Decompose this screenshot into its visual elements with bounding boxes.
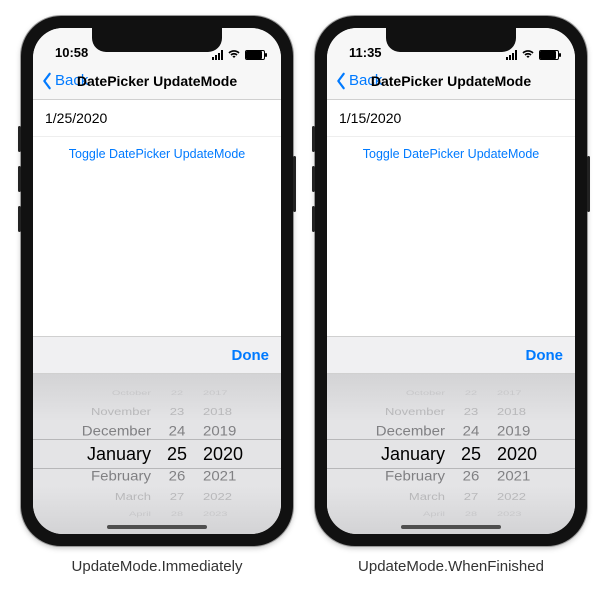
picker-row: 27 bbox=[170, 492, 184, 502]
date-field[interactable]: 1/15/2020 bbox=[327, 100, 575, 137]
wifi-icon bbox=[521, 49, 535, 60]
chevron-left-icon bbox=[335, 72, 347, 90]
back-label: Back bbox=[349, 72, 382, 89]
date-picker[interactable]: October November December January Februa… bbox=[327, 374, 575, 534]
picker-row: 2023 bbox=[203, 511, 227, 517]
picker-row-selected: January bbox=[381, 445, 445, 463]
picker-row: February bbox=[385, 470, 445, 484]
picker-row: 2019 bbox=[497, 425, 530, 439]
picker-row: December bbox=[376, 425, 445, 439]
picker-row: April bbox=[129, 511, 151, 517]
picker-row: 2022 bbox=[497, 492, 526, 502]
notch bbox=[92, 28, 222, 52]
screen: 11:35 Back DatePicker UpdateMode 1/15/20 bbox=[327, 28, 575, 534]
picker-row: 24 bbox=[169, 425, 186, 439]
picker-row: 22 bbox=[171, 390, 183, 396]
picker-row: March bbox=[409, 492, 445, 502]
picker-row: 28 bbox=[171, 511, 183, 517]
picker-wheel-year[interactable]: 2017 2018 2019 2020 2021 2022 2023 bbox=[491, 374, 551, 534]
caption-label: UpdateMode.WhenFinished bbox=[315, 558, 587, 575]
phone-frame: 11:35 Back DatePicker UpdateMode 1/15/20 bbox=[315, 16, 587, 546]
picker-row: 26 bbox=[169, 470, 186, 484]
picker-row: November bbox=[385, 407, 445, 417]
toggle-updatemode-button[interactable]: Toggle DatePicker UpdateMode bbox=[327, 137, 575, 171]
content-area: 1/15/2020 Toggle DatePicker UpdateMode bbox=[327, 100, 575, 336]
screen: 10:58 Back DatePicker UpdateMode 1/25/20 bbox=[33, 28, 281, 534]
picker-row: October bbox=[406, 390, 445, 396]
picker-row: 2023 bbox=[497, 511, 521, 517]
phone-frame: 10:58 Back DatePicker UpdateMode 1/25/20 bbox=[21, 16, 293, 546]
picker-wheel-month[interactable]: October November December January Februa… bbox=[351, 374, 451, 534]
picker-row: 26 bbox=[463, 470, 480, 484]
picker-row: 2017 bbox=[203, 390, 227, 396]
done-button[interactable]: Done bbox=[232, 347, 270, 364]
notch bbox=[386, 28, 516, 52]
picker-row: 2021 bbox=[497, 470, 530, 484]
back-label: Back bbox=[55, 72, 88, 89]
caption-label: UpdateMode.Immediately bbox=[21, 558, 293, 575]
picker-row: 24 bbox=[463, 425, 480, 439]
picker-row: 2018 bbox=[497, 407, 526, 417]
back-button[interactable]: Back bbox=[41, 72, 88, 90]
clock-label: 11:35 bbox=[349, 45, 382, 60]
picker-row: 27 bbox=[464, 492, 478, 502]
picker-row: 23 bbox=[464, 407, 478, 417]
picker-row: 2021 bbox=[203, 470, 236, 484]
picker-row: October bbox=[112, 390, 151, 396]
picker-wheel-month[interactable]: October November December January Februa… bbox=[57, 374, 157, 534]
picker-wheel-year[interactable]: 2017 2018 2019 2020 2021 2022 2023 bbox=[197, 374, 257, 534]
picker-row: 2017 bbox=[497, 390, 521, 396]
picker-row: December bbox=[82, 425, 151, 439]
cellular-icon bbox=[506, 50, 517, 60]
picker-row-selected: 2020 bbox=[203, 445, 243, 463]
status-icons bbox=[212, 49, 265, 60]
input-accessory-bar: Done bbox=[33, 336, 281, 374]
picker-row-selected: 2020 bbox=[497, 445, 537, 463]
picker-wheel-day[interactable]: 22 23 24 25 26 27 28 bbox=[451, 374, 491, 534]
clock-label: 10:58 bbox=[55, 45, 88, 60]
home-indicator[interactable] bbox=[401, 525, 501, 529]
toggle-updatemode-button[interactable]: Toggle DatePicker UpdateMode bbox=[33, 137, 281, 171]
picker-row-selected: January bbox=[87, 445, 151, 463]
picker-row-selected: 25 bbox=[167, 445, 187, 463]
picker-row-selected: 25 bbox=[461, 445, 481, 463]
date-field[interactable]: 1/25/2020 bbox=[33, 100, 281, 137]
picker-row: 28 bbox=[465, 511, 477, 517]
picker-row: April bbox=[423, 511, 445, 517]
date-picker[interactable]: October November December January Februa… bbox=[33, 374, 281, 534]
status-icons bbox=[506, 49, 559, 60]
back-button[interactable]: Back bbox=[335, 72, 382, 90]
nav-bar: Back DatePicker UpdateMode bbox=[33, 62, 281, 100]
content-area: 1/25/2020 Toggle DatePicker UpdateMode bbox=[33, 100, 281, 336]
picker-row: 2022 bbox=[203, 492, 232, 502]
picker-row: 2018 bbox=[203, 407, 232, 417]
input-accessory-bar: Done bbox=[327, 336, 575, 374]
picker-row: 2019 bbox=[203, 425, 236, 439]
picker-row: November bbox=[91, 407, 151, 417]
battery-icon bbox=[539, 50, 559, 60]
picker-wheel-day[interactable]: 22 23 24 25 26 27 28 bbox=[157, 374, 197, 534]
home-indicator[interactable] bbox=[107, 525, 207, 529]
battery-icon bbox=[245, 50, 265, 60]
picker-row: March bbox=[115, 492, 151, 502]
nav-bar: Back DatePicker UpdateMode bbox=[327, 62, 575, 100]
picker-row: February bbox=[91, 470, 151, 484]
picker-row: 22 bbox=[465, 390, 477, 396]
cellular-icon bbox=[212, 50, 223, 60]
chevron-left-icon bbox=[41, 72, 53, 90]
done-button[interactable]: Done bbox=[526, 347, 564, 364]
wifi-icon bbox=[227, 49, 241, 60]
picker-row: 23 bbox=[170, 407, 184, 417]
